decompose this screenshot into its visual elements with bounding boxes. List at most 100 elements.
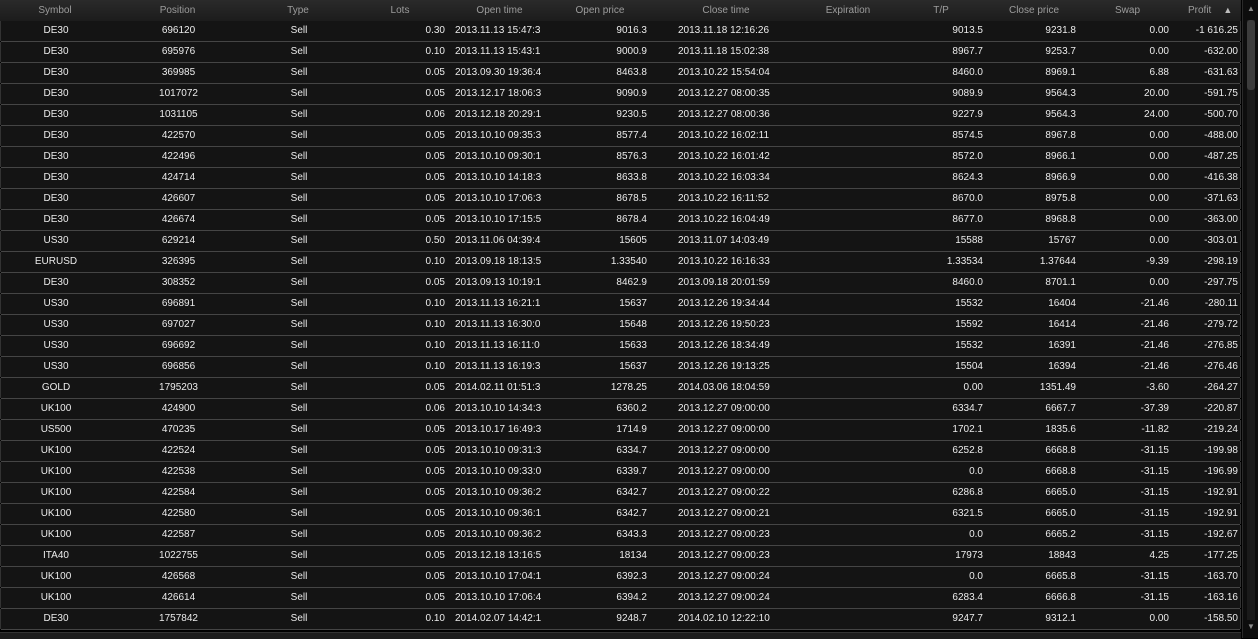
cell-open-time: 2013.10.10 14:34:3 <box>455 403 542 414</box>
column-header-open-time[interactable]: Open time <box>462 0 537 21</box>
table-row[interactable]: US30 696891 Sell 0.10 2013.11.13 16:21:1 1563… <box>0 294 1241 315</box>
table-row[interactable]: UK100 422587 Sell 0.05 2013.10.10 09:36:2 634… <box>0 525 1241 546</box>
column-header-close-time[interactable]: Close time <box>690 0 762 21</box>
cell-expiration <box>813 168 885 188</box>
cell-swap: 0.00 <box>1149 151 1169 162</box>
cell-position: 426614 <box>161 592 196 603</box>
table-row[interactable]: US30 697027 Sell 0.10 2013.11.13 16:30:0 1564… <box>0 315 1241 336</box>
column-header-lots[interactable]: Lots <box>380 0 420 21</box>
table-row[interactable]: DE30 422496 Sell 0.05 2013.10.10 09:30:1 8576… <box>0 147 1241 168</box>
cell-symbol: UK100 <box>40 466 72 477</box>
table-row[interactable]: US500 470235 Sell 0.05 2013.10.17 16:49:3 171… <box>0 420 1241 441</box>
table-row[interactable]: DE30 695976 Sell 0.10 2013.11.13 15:43:1 9000… <box>0 42 1241 63</box>
table-row[interactable]: UK100 422584 Sell 0.05 2013.10.10 09:36:2 634… <box>0 483 1241 504</box>
table-row[interactable]: DE30 1031105 Sell 0.06 2013.12.18 20:29:1 923… <box>0 105 1241 126</box>
column-header-position[interactable]: Position <box>140 0 215 21</box>
cell-expiration <box>813 63 885 83</box>
table-row[interactable]: DE30 426607 Sell 0.05 2013.10.10 17:06:3 8678… <box>0 189 1241 210</box>
cell-lots: 0.05 <box>425 277 445 288</box>
cell-lots: 0.05 <box>425 172 445 183</box>
cell-tp: 15532 <box>955 340 983 351</box>
cell-close-price: 6665.0 <box>1045 487 1076 498</box>
cell-open-price: 8463.8 <box>616 67 647 78</box>
table-row[interactable]: UK100 422524 Sell 0.05 2013.10.10 09:31:3 633… <box>0 441 1241 462</box>
cell-profit: -1 616.25 <box>1195 25 1238 36</box>
table-row[interactable]: DE30 696120 Sell 0.30 2013.11.13 15:47:3 9016… <box>0 21 1241 42</box>
scroll-down-icon[interactable]: ▼ <box>1246 622 1256 632</box>
scroll-up-icon[interactable]: ▲ <box>1246 4 1256 14</box>
cell-type: Sell <box>290 256 308 267</box>
table-row[interactable]: GOLD 1795203 Sell 0.05 2014.02.11 01:51:3 127… <box>0 378 1241 399</box>
cell-profit: -196.99 <box>1204 466 1238 477</box>
cell-symbol: DE30 <box>43 151 69 162</box>
cell-expiration <box>813 357 885 377</box>
table-row[interactable]: DE30 369985 Sell 0.05 2013.09.30 19:36:4 8463… <box>0 63 1241 84</box>
cell-position: 470235 <box>161 424 196 435</box>
cell-position: 1757842 <box>159 613 198 624</box>
cell-open-price: 8576.3 <box>616 151 647 162</box>
table-row[interactable]: DE30 424714 Sell 0.05 2013.10.10 14:18:3 8633… <box>0 168 1241 189</box>
table-row[interactable]: DE30 1757842 Sell 0.10 2014.02.07 14:42:1 924… <box>0 609 1241 630</box>
cell-close-price: 6667.7 <box>1045 403 1076 414</box>
cell-open-price: 6394.2 <box>616 592 647 603</box>
table-row[interactable]: UK100 426568 Sell 0.05 2013.10.10 17:04:1 639… <box>0 567 1241 588</box>
table-row[interactable]: US30 629214 Sell 0.50 2013.11.06 04:39:4 1560… <box>0 231 1241 252</box>
table-row[interactable]: EURUSD 326395 Sell 0.10 2013.09.18 18:13:5 1.… <box>0 252 1241 273</box>
cell-open-time: 2013.11.13 16:11:0 <box>455 340 540 351</box>
cell-close-price: 6665.0 <box>1045 508 1076 519</box>
table-row[interactable]: DE30 426674 Sell 0.05 2013.10.10 17:15:5 8678… <box>0 210 1241 231</box>
cell-lots: 0.05 <box>425 487 445 498</box>
cell-symbol: US30 <box>43 319 69 330</box>
table-row[interactable]: UK100 426614 Sell 0.05 2013.10.10 17:06:4 639… <box>0 588 1241 609</box>
cell-close-price: 9564.3 <box>1045 88 1076 99</box>
cell-profit: -177.25 <box>1204 550 1238 561</box>
cell-symbol: DE30 <box>43 613 69 624</box>
cell-close-price: 6665.8 <box>1045 571 1076 582</box>
column-header-open-price[interactable]: Open price <box>562 0 638 21</box>
table-row[interactable]: US30 696692 Sell 0.10 2013.11.13 16:11:0 1563… <box>0 336 1241 357</box>
cell-lots: 0.05 <box>425 88 445 99</box>
table-row[interactable]: US30 696856 Sell 0.10 2013.11.13 16:19:3 1563… <box>0 357 1241 378</box>
table-row[interactable]: DE30 308352 Sell 0.05 2013.09.13 10:19:1 8462… <box>0 273 1241 294</box>
column-header-tp[interactable]: T/P <box>921 0 961 21</box>
table-row[interactable]: DE30 1017072 Sell 0.05 2013.12.17 18:06:3 909… <box>0 84 1241 105</box>
table-row[interactable]: DE30 422570 Sell 0.05 2013.10.10 09:35:3 8577… <box>0 126 1241 147</box>
table-row[interactable]: ITA40 1022755 Sell 0.05 2013.12.18 13:16:5 18… <box>0 546 1241 567</box>
cell-symbol: US500 <box>40 424 72 435</box>
cell-open-time: 2013.10.10 17:06:3 <box>455 193 542 204</box>
cell-position: 696891 <box>161 298 196 309</box>
cell-expiration <box>813 126 885 146</box>
cell-tp: 9013.5 <box>952 25 983 36</box>
cell-tp: 1702.1 <box>952 424 983 435</box>
table-row[interactable]: UK100 422580 Sell 0.05 2013.10.10 09:36:1 634… <box>0 504 1241 525</box>
cell-lots: 0.10 <box>425 340 445 351</box>
cell-swap: -31.15 <box>1140 487 1169 498</box>
column-header-symbol[interactable]: Symbol <box>20 0 90 21</box>
column-header-profit[interactable]: Profit ▲ <box>1188 0 1240 21</box>
table-row[interactable]: UK100 422538 Sell 0.05 2013.10.10 09:33:0 633… <box>0 462 1241 483</box>
column-header-type[interactable]: Type <box>268 0 328 21</box>
column-header-close-price[interactable]: Close price <box>995 0 1073 21</box>
cell-position: 422570 <box>161 130 196 141</box>
cell-close-time: 2013.12.27 09:00:00 <box>678 403 770 414</box>
cell-swap: -37.39 <box>1140 403 1169 414</box>
column-header-expiration[interactable]: Expiration <box>812 0 884 21</box>
scroll-track[interactable] <box>1247 20 1255 620</box>
scroll-thumb[interactable] <box>1247 20 1255 90</box>
cell-open-price: 15637 <box>619 361 647 372</box>
cell-open-price: 6339.7 <box>616 466 647 477</box>
cell-position: 422587 <box>161 529 196 540</box>
cell-position: 695976 <box>161 46 196 57</box>
vertical-scrollbar[interactable]: ▲ ▼ <box>1242 0 1258 638</box>
cell-tp: 15532 <box>955 298 983 309</box>
cell-profit: -416.38 <box>1204 172 1238 183</box>
cell-type: Sell <box>290 88 308 99</box>
table-header: Symbol Position Type Lots Open time Open… <box>0 0 1241 22</box>
column-header-swap[interactable]: Swap <box>1100 0 1155 21</box>
cell-close-price: 8701.1 <box>1045 277 1076 288</box>
cell-lots: 0.05 <box>425 508 445 519</box>
cell-type: Sell <box>290 151 308 162</box>
cell-close-price: 8975.8 <box>1045 193 1076 204</box>
table-row[interactable]: UK100 424900 Sell 0.06 2013.10.10 14:34:3 636… <box>0 399 1241 420</box>
cell-position: 422580 <box>161 508 196 519</box>
